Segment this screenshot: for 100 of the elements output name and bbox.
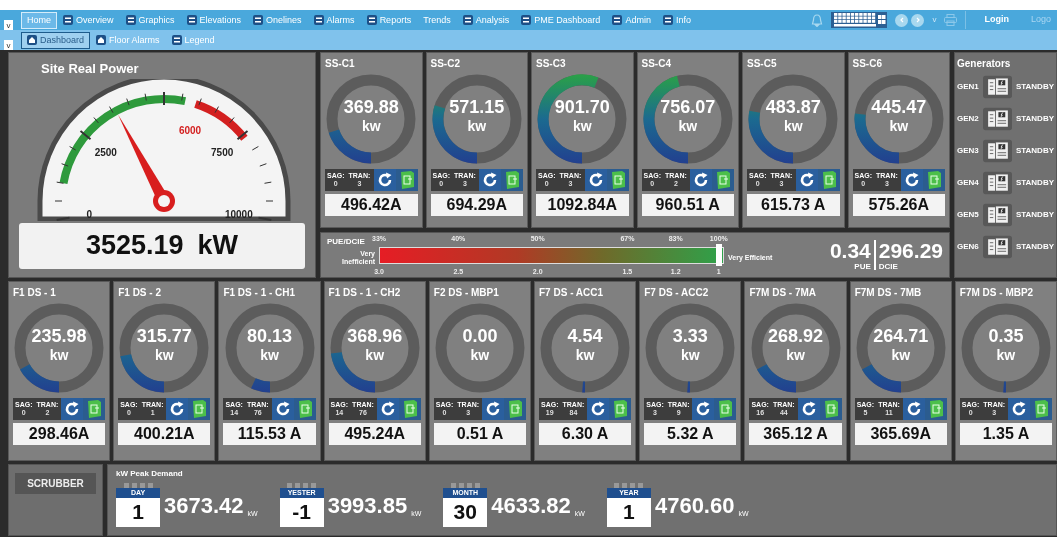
refresh-icon xyxy=(376,172,393,188)
subnav-tab[interactable]: Floor Alarms xyxy=(90,31,166,49)
refresh-button[interactable] xyxy=(373,169,396,191)
house-icon xyxy=(96,35,107,45)
document-icon xyxy=(820,171,837,189)
login-link[interactable]: Login xyxy=(984,13,1009,27)
generator-icon[interactable] xyxy=(982,170,1012,196)
nav-tab[interactable]: Onelines xyxy=(247,11,308,29)
generator-icon[interactable] xyxy=(982,138,1012,164)
nav-tab[interactable]: Info xyxy=(656,11,697,29)
unit-label: kw xyxy=(365,346,385,364)
power-value: 571.15 xyxy=(449,97,505,117)
subnav-tab[interactable]: Dashboard xyxy=(21,31,91,49)
document-button[interactable] xyxy=(923,169,945,191)
document-button[interactable] xyxy=(398,398,421,420)
generator-status: STANDBY xyxy=(1015,113,1054,125)
document-button[interactable] xyxy=(293,398,316,420)
document-button[interactable] xyxy=(819,398,842,420)
refresh-button[interactable] xyxy=(797,398,820,420)
generator-name: GEN1 xyxy=(957,81,979,93)
generator-icon[interactable] xyxy=(982,202,1012,228)
refresh-button[interactable] xyxy=(271,398,294,420)
section-label: SCRUBBER xyxy=(15,473,96,494)
document-button[interactable] xyxy=(188,398,211,420)
chevron-right-icon xyxy=(914,17,921,23)
document-button[interactable] xyxy=(504,398,526,420)
document-button[interactable] xyxy=(609,398,632,420)
document-button[interactable] xyxy=(714,398,737,420)
generator-icon[interactable] xyxy=(982,234,1012,260)
logout-link[interactable]: Logo xyxy=(1030,13,1051,27)
unit-label: kw xyxy=(260,346,279,364)
document-button[interactable] xyxy=(817,169,840,191)
refresh-icon xyxy=(800,401,817,417)
nav-tab[interactable]: Admin xyxy=(606,11,657,29)
document-button[interactable] xyxy=(924,398,947,420)
chevron-left-icon xyxy=(898,17,905,23)
current-display: 495.24A xyxy=(328,423,421,445)
power-value: 0.35 xyxy=(988,326,1024,346)
nav-tab[interactable]: Alarms xyxy=(307,11,361,29)
nav-tab[interactable]: PME Dashboard xyxy=(515,11,607,29)
panel-title: PUE/DCIE xyxy=(327,236,365,248)
document-button[interactable] xyxy=(501,169,523,191)
refresh-button[interactable] xyxy=(166,398,189,420)
refresh-button[interactable] xyxy=(584,169,607,191)
unit-label: kw xyxy=(891,346,911,364)
refresh-icon xyxy=(798,172,815,188)
list-icon xyxy=(171,35,182,45)
nav-tab[interactable]: Reports xyxy=(360,11,418,29)
refresh-button[interactable] xyxy=(479,169,501,191)
current-display: 694.29A xyxy=(430,194,523,216)
pue-label: PUE xyxy=(854,261,871,271)
refresh-button[interactable] xyxy=(482,398,504,420)
nav-tab[interactable]: Home xyxy=(21,11,57,29)
nav-tab[interactable]: Elevations xyxy=(180,11,248,29)
date-number: 1 xyxy=(622,499,636,525)
document-button[interactable] xyxy=(1030,398,1053,420)
power-value: 445.47 xyxy=(871,97,927,117)
refresh-button[interactable] xyxy=(1008,398,1031,420)
unit-label: kw xyxy=(154,346,174,364)
document-button[interactable] xyxy=(712,169,734,191)
unit-label: kw xyxy=(680,346,700,364)
nav-tab[interactable]: Trends xyxy=(417,11,457,29)
dcie-label: DCIE xyxy=(878,261,899,271)
document-button[interactable] xyxy=(83,398,106,420)
nav-tab[interactable]: Overview xyxy=(57,11,120,29)
date-number: 30 xyxy=(452,499,478,525)
refresh-button[interactable] xyxy=(690,169,712,191)
meter-title: F7M DS - 7MB xyxy=(854,286,923,300)
current-display: 1092.84A xyxy=(536,194,629,216)
refresh-icon xyxy=(905,401,922,417)
subnav-tab[interactable]: Legend xyxy=(165,31,221,49)
nav-tab[interactable]: Analysis xyxy=(456,11,516,29)
refresh-button[interactable] xyxy=(61,398,84,420)
document-button[interactable] xyxy=(395,169,418,191)
scale-label: 10000 xyxy=(224,208,253,220)
refresh-button[interactable] xyxy=(587,398,610,420)
refresh-button[interactable] xyxy=(902,398,925,420)
meter-title: SS-C5 xyxy=(747,57,778,71)
collapse-toggle[interactable]: v xyxy=(4,40,13,50)
meter-title: SS-C6 xyxy=(852,57,883,71)
refresh-button[interactable] xyxy=(376,398,399,420)
power-value: 268.92 xyxy=(768,326,824,346)
dcie-value: 296.29 xyxy=(878,239,943,262)
refresh-button[interactable] xyxy=(795,169,818,191)
dropdown-toggle[interactable]: v xyxy=(932,14,937,26)
generator-name: GEN2 xyxy=(957,113,979,125)
scale-label: 2500 xyxy=(94,146,117,158)
refresh-button[interactable] xyxy=(901,169,923,191)
keyboard-icon[interactable] xyxy=(831,12,888,28)
generator-icon[interactable] xyxy=(982,106,1012,132)
nav-tab[interactable]: Graphics xyxy=(119,11,181,29)
scale-label: 0 xyxy=(86,208,92,220)
power-value: 3.33 xyxy=(672,326,708,346)
generator-icon[interactable] xyxy=(982,74,1012,100)
panel-title: Site Real Power xyxy=(40,60,140,78)
demand-value: 4760.60 xyxy=(654,491,735,520)
document-button[interactable] xyxy=(606,169,629,191)
refresh-button[interactable] xyxy=(692,398,715,420)
generator-status: STANDBY xyxy=(1015,177,1054,189)
collapse-toggle[interactable]: v xyxy=(4,20,13,30)
